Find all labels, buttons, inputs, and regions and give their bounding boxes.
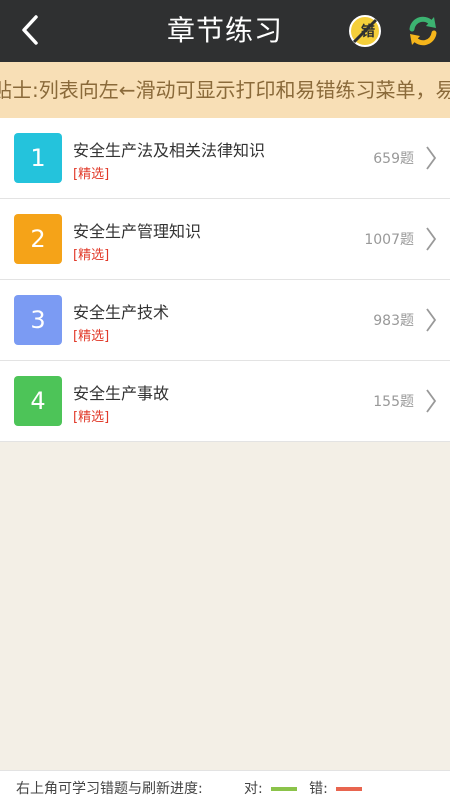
chapter-number-badge: 3 — [14, 295, 62, 345]
chevron-right-icon — [426, 227, 437, 251]
progress-legend: 右上角可学习错题与刷新进度: 对: 错: — [0, 770, 450, 801]
legend-items: 对: 错: — [244, 778, 370, 798]
chapter-list: 1 安全生产法及相关法律知识 [精选] 659题 2 安全生产管理知识 [精选]… — [0, 118, 450, 442]
chapter-row-2[interactable]: 2 安全生产管理知识 [精选] 1007题 — [0, 199, 450, 280]
chapter-number-badge: 4 — [14, 376, 62, 426]
chapter-row-3[interactable]: 3 安全生产技术 [精选] 983题 — [0, 280, 450, 361]
chapter-title: 安全生产技术 — [73, 303, 170, 322]
chapter-row-1[interactable]: 1 安全生产法及相关法律知识 [精选] 659题 — [0, 118, 450, 199]
question-count: 1007题 — [364, 232, 414, 248]
question-count: 659题 — [373, 151, 414, 167]
error-book-button[interactable]: 错 — [346, 12, 384, 50]
chapter-title: 安全生产管理知识 — [73, 222, 202, 241]
wrong-label: 错: — [309, 781, 328, 797]
chapter-number-badge: 1 — [14, 133, 62, 183]
error-book-icon: 错 — [349, 15, 381, 47]
chapter-row-4[interactable]: 4 安全生产事故 [精选] 155题 — [0, 361, 450, 442]
chapter-title: 安全生产法及相关法律知识 — [73, 141, 266, 160]
chevron-right-icon — [426, 389, 437, 413]
question-count: 983题 — [373, 313, 414, 329]
tip-banner: 贴士:列表向左←滑动可显示打印和易错练习菜单，易 — [0, 62, 450, 118]
featured-tag: [精选] — [73, 329, 110, 344]
refresh-button[interactable] — [404, 12, 442, 50]
featured-tag: [精选] — [73, 248, 110, 263]
correct-color-swatch — [270, 787, 297, 791]
question-count: 155题 — [373, 394, 414, 410]
refresh-icon — [409, 16, 437, 46]
legend-hint: 右上角可学习错题与刷新进度: — [16, 781, 203, 797]
wrong-color-swatch — [335, 787, 362, 791]
tip-text: 贴士:列表向左←滑动可显示打印和易错练习菜单，易 — [0, 78, 450, 102]
correct-label: 对: — [244, 781, 263, 797]
featured-tag: [精选] — [73, 410, 110, 425]
chapter-title: 安全生产事故 — [73, 384, 170, 403]
featured-tag: [精选] — [73, 167, 110, 182]
error-book-label: 错 — [361, 23, 375, 40]
chevron-right-icon — [426, 308, 437, 332]
chevron-right-icon — [426, 146, 437, 170]
chapter-number-badge: 2 — [14, 214, 62, 264]
title-bar: 章节练习 错 — [0, 0, 450, 62]
